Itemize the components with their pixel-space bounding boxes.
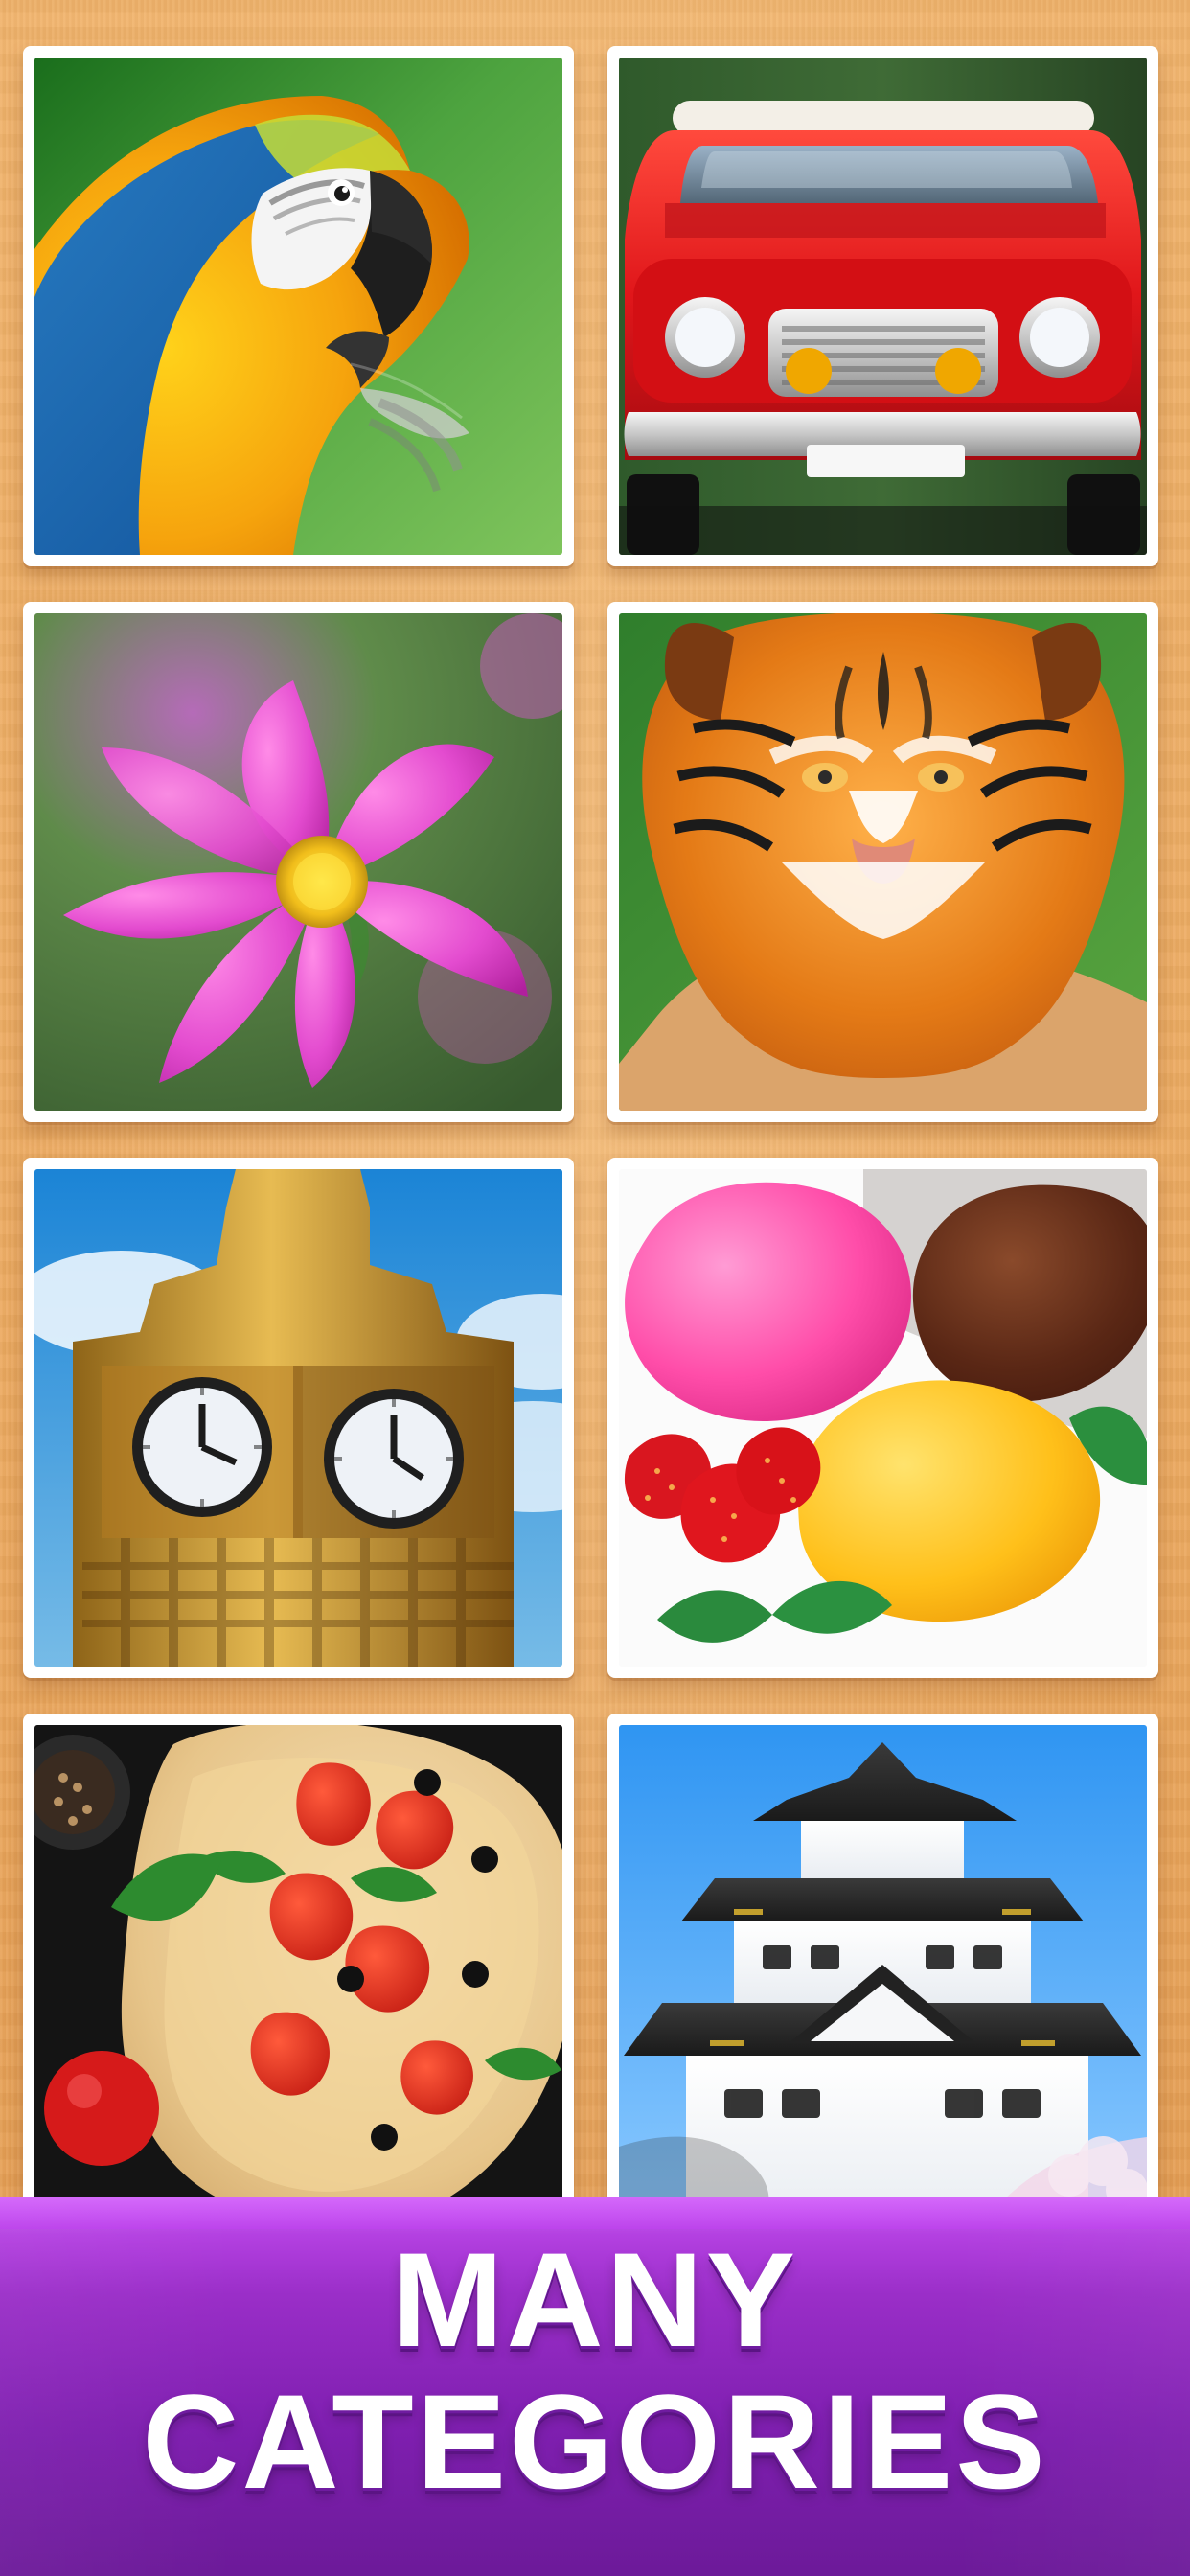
category-card-flower[interactable] [23, 602, 574, 1122]
banner-title-line-1: MANY [391, 2224, 799, 2375]
pizza-image [34, 1725, 562, 2222]
big-ben-image [34, 1169, 562, 1667]
category-card-pizza[interactable] [23, 1714, 574, 2234]
flower-image [34, 613, 562, 1111]
category-card-ice-cream[interactable] [607, 1158, 1158, 1678]
ice-cream-image [619, 1169, 1147, 1667]
category-card-japanese-castle[interactable] [607, 1714, 1158, 2234]
category-card-parrot[interactable] [23, 46, 574, 566]
tiger-image [619, 613, 1147, 1111]
category-card-tiger[interactable] [607, 602, 1158, 1122]
parrot-image [34, 58, 562, 555]
japanese-castle-image [619, 1725, 1147, 2222]
categories-banner: MANY CATEGORIES [0, 2196, 1190, 2576]
category-card-car[interactable] [607, 46, 1158, 566]
car-image [619, 58, 1147, 555]
banner-title-line-2: CATEGORIES [142, 2366, 1048, 2517]
category-grid [23, 46, 1167, 2234]
category-card-big-ben[interactable] [23, 1158, 574, 1678]
